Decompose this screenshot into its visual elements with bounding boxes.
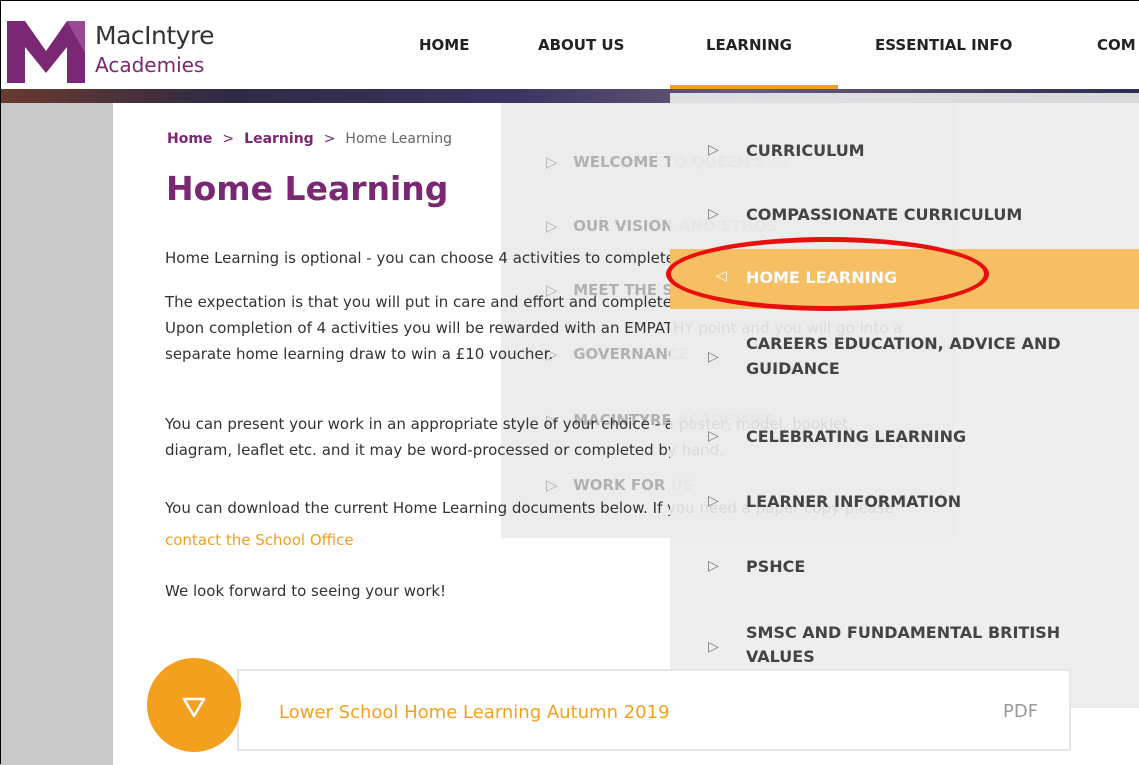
download-button[interactable] (147, 658, 241, 752)
ghost-item: ▷ GOVERNANCE (546, 345, 690, 363)
nav-community[interactable]: COM (1097, 36, 1136, 54)
triangle-right-icon: ▷ (708, 206, 719, 222)
triangle-right-icon: ▷ (708, 142, 719, 158)
triangle-down-icon (182, 697, 206, 718)
dropdown-item-celebrating-learning[interactable]: ▷ CELEBRATING LEARNING (670, 419, 1139, 455)
contact-school-office-link[interactable]: contact the School Office (165, 531, 354, 549)
download-title-link[interactable]: Lower School Home Learning Autumn 2019 (279, 702, 670, 723)
highlight-circle-annotation (666, 237, 989, 311)
breadcrumb-learning[interactable]: Learning (244, 131, 314, 147)
site-header: MacIntyre Academies HOME ABOUT US LEARNI… (1, 1, 1139, 91)
page-margin (1, 103, 113, 765)
learning-dropdown-menu: ▷ CURRICULUM ▷ COMPASSIONATE CURRICULUM … (670, 93, 1139, 708)
dropdown-item-learner-information[interactable]: ▷ LEARNER INFORMATION (670, 484, 1139, 520)
dropdown-item-pshce[interactable]: ▷ PSHCE (670, 549, 1139, 585)
triangle-right-icon: ▷ (708, 639, 719, 655)
nav-home[interactable]: HOME (419, 36, 469, 54)
breadcrumb-current: Home Learning (345, 131, 452, 147)
nav-essential-info[interactable]: ESSENTIAL INFO (875, 36, 1012, 54)
closing-paragraph: We look forward to seeing your work! (165, 582, 447, 600)
breadcrumb-separator: > (222, 131, 235, 147)
triangle-right-icon: ▷ (708, 349, 719, 365)
triangle-right-icon: ▷ (708, 493, 719, 509)
page-title: Home Learning (166, 169, 449, 208)
breadcrumb: Home > Learning > Home Learning (167, 131, 452, 147)
triangle-right-icon: ▷ (708, 428, 719, 444)
dropdown-item-careers-education[interactable]: ▷ CAREERS EDUCATION, ADVICE AND GUIDANCE (670, 325, 1139, 381)
brand-subtitle[interactable]: Academies (95, 53, 204, 77)
breadcrumb-separator: > (323, 131, 336, 147)
triangle-right-icon: ▷ (708, 558, 719, 574)
nav-about-us[interactable]: ABOUT US (538, 36, 624, 54)
nav-learning[interactable]: LEARNING (706, 36, 792, 54)
expectation-line-3: separate home learning draw to win a £10… (165, 345, 554, 363)
breadcrumb-home[interactable]: Home (167, 131, 212, 147)
contact-office-paragraph: contact the School Office (165, 527, 354, 553)
dropdown-item-smsc[interactable]: ▷ SMSC AND FUNDAMENTAL BRITISH VALUES (670, 615, 1139, 671)
file-type-label: PDF (1003, 701, 1039, 722)
presentation-line-2: diagram, leaflet etc. and it may be word… (165, 441, 725, 459)
dropdown-item-compassionate-curriculum[interactable]: ▷ COMPASSIONATE CURRICULUM (670, 197, 1139, 233)
brand-name[interactable]: MacIntyre (95, 21, 215, 50)
macintyre-logo-icon[interactable] (5, 13, 87, 85)
dropdown-item-curriculum[interactable]: ▷ CURRICULUM (670, 133, 1139, 169)
